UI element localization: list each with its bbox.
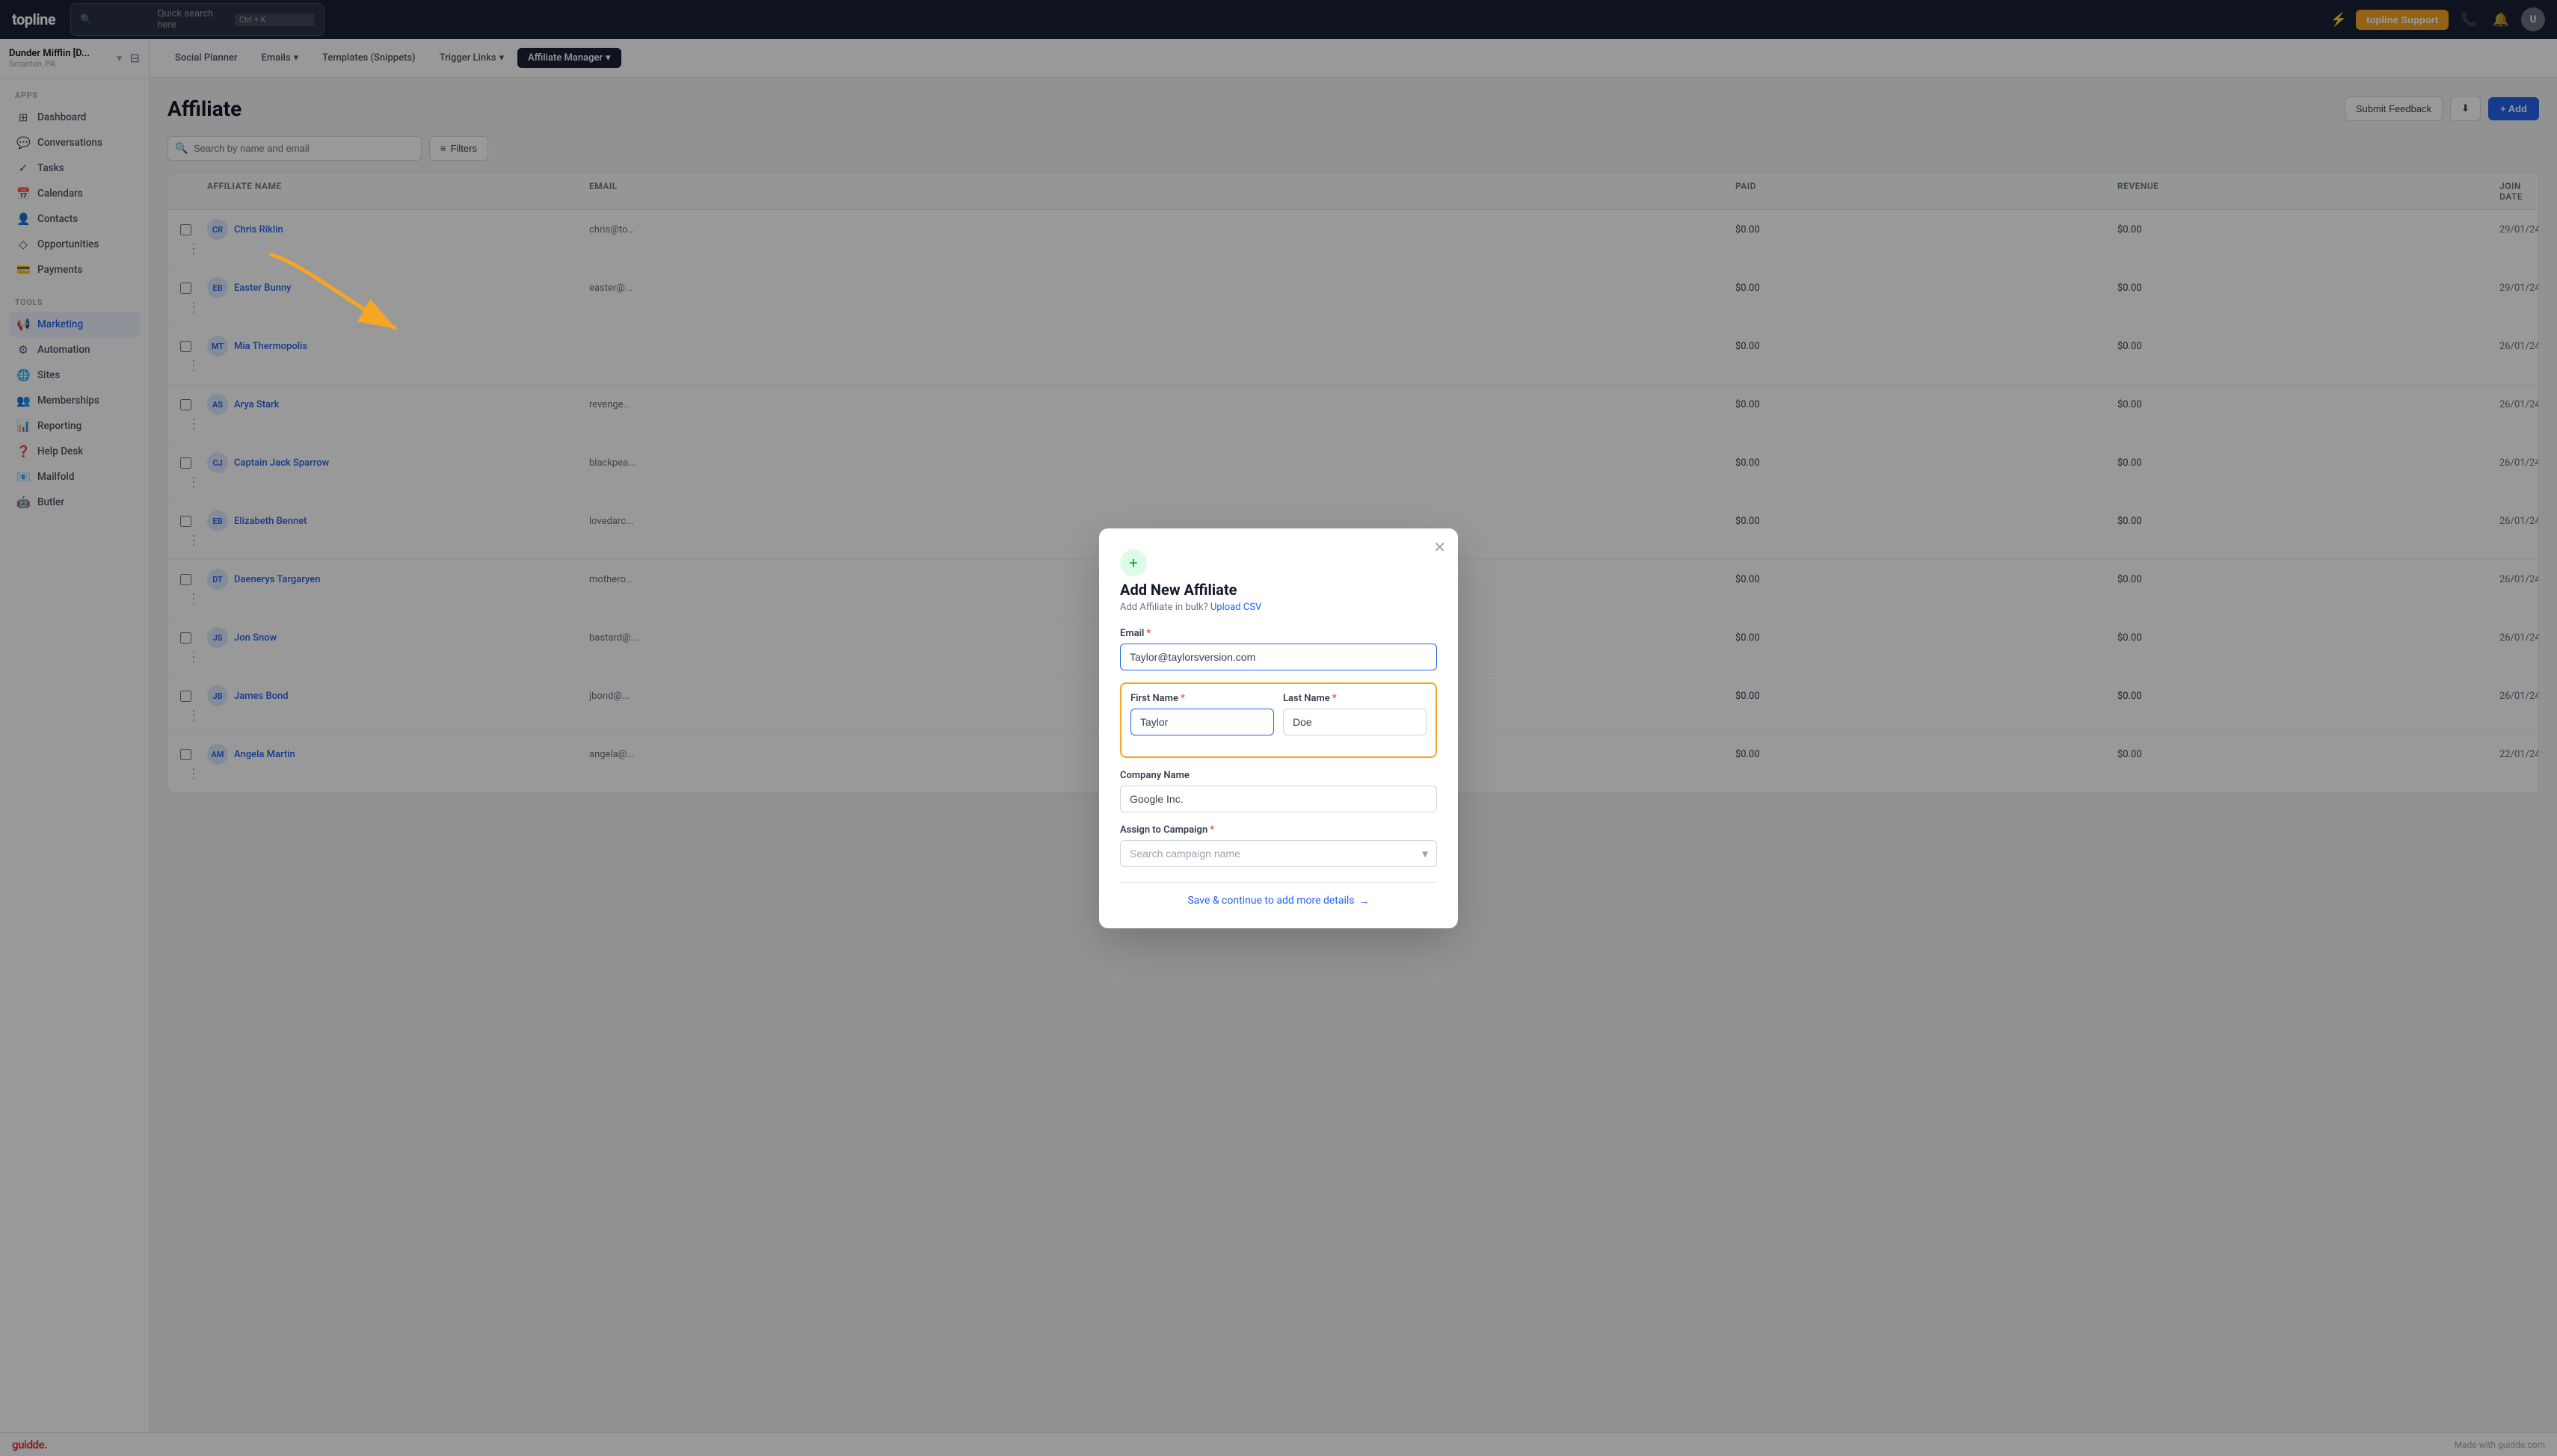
arrow-annotation bbox=[254, 239, 419, 374]
add-affiliate-modal: + ✕ Add New Affiliate Add Affiliate in b… bbox=[1099, 528, 1458, 928]
first-name-label: First Name * bbox=[1130, 693, 1274, 704]
last-name-field[interactable] bbox=[1283, 709, 1427, 735]
email-field[interactable] bbox=[1120, 644, 1437, 670]
name-row: First Name * Last Name * bbox=[1130, 693, 1427, 747]
first-name-form-group: First Name * bbox=[1130, 693, 1274, 735]
required-indicator: * bbox=[1332, 693, 1337, 704]
company-name-field[interactable] bbox=[1120, 786, 1437, 812]
last-name-form-group: Last Name * bbox=[1283, 693, 1427, 735]
modal-title: Add New Affiliate bbox=[1120, 581, 1437, 599]
required-indicator: * bbox=[1146, 628, 1151, 639]
required-indicator: * bbox=[1181, 693, 1185, 704]
first-name-field[interactable] bbox=[1130, 709, 1274, 735]
modal-header: + bbox=[1120, 549, 1437, 576]
modal-footer: Save & continue to add more details → bbox=[1120, 882, 1437, 907]
campaign-form-group: Assign to Campaign * Search campaign nam… bbox=[1120, 824, 1437, 867]
arrow-right-icon: → bbox=[1359, 895, 1370, 907]
campaign-select[interactable]: Search campaign name bbox=[1120, 840, 1437, 867]
modal-subtitle: Add Affiliate in bulk? Upload CSV bbox=[1120, 602, 1437, 613]
modal-close-button[interactable]: ✕ bbox=[1433, 540, 1446, 555]
last-name-label: Last Name * bbox=[1283, 693, 1427, 704]
modal-plus-icon: + bbox=[1120, 549, 1147, 576]
campaign-label: Assign to Campaign * bbox=[1120, 824, 1437, 836]
campaign-select-wrap: Search campaign name ▾ bbox=[1120, 840, 1437, 867]
name-fields-wrapper: First Name * Last Name * bbox=[1120, 682, 1437, 758]
upload-csv-link[interactable]: Upload CSV bbox=[1210, 602, 1261, 613]
email-form-group: Email * bbox=[1120, 628, 1437, 670]
save-continue-link[interactable]: Save & continue to add more details → bbox=[1120, 895, 1437, 907]
required-indicator: * bbox=[1210, 824, 1214, 836]
company-name-label: Company Name bbox=[1120, 770, 1437, 781]
email-label: Email * bbox=[1120, 628, 1437, 639]
modal-overlay[interactable]: + ✕ Add New Affiliate Add Affiliate in b… bbox=[0, 0, 2557, 1456]
company-name-form-group: Company Name bbox=[1120, 770, 1437, 812]
